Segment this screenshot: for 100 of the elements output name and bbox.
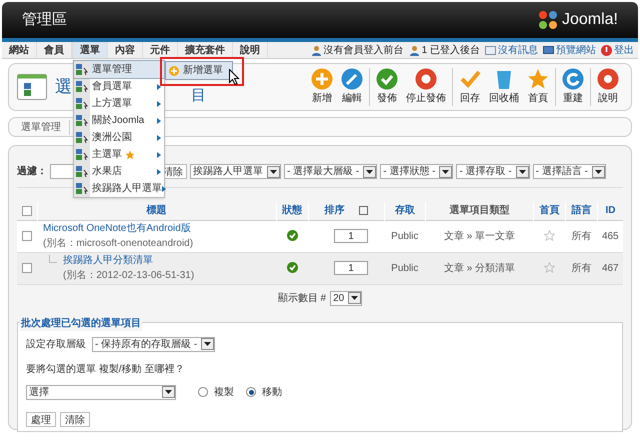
column-header[interactable]: 語言 [572, 205, 592, 216]
language-cell: 所有 [566, 252, 598, 284]
published-icon[interactable] [286, 262, 298, 274]
item-alias: (別名：2012-02-13-06-51-31) [63, 269, 194, 283]
nav-tab[interactable]: 選單 [72, 42, 108, 58]
checkmark-icon [459, 68, 481, 90]
column-header[interactable]: ID [606, 205, 616, 216]
filter-select[interactable]: - 選擇存取 - [456, 164, 530, 179]
menu-item-icon [76, 81, 88, 92]
id-cell: 465 [598, 220, 623, 252]
pencil-icon [341, 68, 363, 90]
dropdown-item[interactable]: 主選單 [74, 146, 164, 163]
published-icon[interactable] [286, 230, 298, 242]
nav-tab[interactable]: 元件 [143, 42, 178, 58]
header-title: 管理區 [22, 10, 67, 30]
order-input[interactable]: 1 [334, 261, 368, 275]
toolbar-button[interactable]: 編輯 [337, 68, 367, 106]
filter-select[interactable]: - 選擇最大層級 - [284, 164, 378, 179]
radio-label: 移動 [262, 386, 282, 400]
column-header[interactable]: 排序 [324, 203, 345, 218]
refresh-icon [562, 68, 584, 90]
language-cell: 所有 [566, 220, 598, 252]
monitor-icon [543, 46, 554, 54]
page-title: 目 [191, 86, 206, 106]
logo-icon [538, 10, 558, 30]
menu-item-icon [76, 98, 88, 109]
status-link[interactable]: 沒有訊息 [498, 42, 538, 58]
check-circle-icon [376, 68, 398, 90]
plus-icon [311, 68, 333, 90]
cursor-icon [229, 69, 240, 85]
nav-tab[interactable]: 擴充套件 [178, 42, 233, 58]
column-header[interactable]: 存取 [394, 205, 415, 216]
help-icon [597, 68, 619, 90]
nav-tab[interactable]: 說明 [233, 42, 268, 58]
order-input[interactable]: 1 [334, 229, 368, 243]
batch-question: 要將勾選的選單 複製/移動 至哪裡？ [26, 362, 186, 376]
batch-legend: 批次處理已勾選的選單項目 [20, 316, 142, 330]
radio-button[interactable] [246, 387, 256, 397]
toolbar-button[interactable]: 回存 [455, 68, 485, 106]
target-select[interactable]: 選擇 [26, 384, 176, 400]
nav-tab[interactable]: 內容 [108, 42, 143, 58]
page-title: 選 [55, 76, 72, 98]
menu-item-icon [76, 64, 88, 75]
dropdown-item[interactable]: 水果店 [74, 163, 164, 180]
menu-item-icon [76, 132, 88, 143]
column-header[interactable]: 選單項目類型 [450, 205, 510, 216]
batch-button[interactable]: 清除 [60, 412, 90, 426]
dropdown-item[interactable]: 上方選單 [74, 95, 164, 112]
tree-line [49, 255, 57, 263]
toolbar-button[interactable]: 停止發佈 [402, 68, 450, 106]
filter-select[interactable]: 挨踢路人甲選單 [190, 164, 281, 179]
type-cell: 文章 » 單一文章 [426, 220, 534, 252]
radio-button[interactable] [198, 387, 208, 397]
checkbox[interactable] [22, 230, 32, 241]
toolbar-button[interactable]: 發佈 [372, 68, 402, 106]
envelope-icon [485, 46, 496, 54]
id-cell: 467 [598, 252, 623, 284]
menu-item-icon [76, 166, 88, 177]
user-icon [310, 44, 322, 56]
menu-item-icon [76, 149, 88, 160]
page-size-select[interactable]: 20 [330, 290, 362, 306]
star-icon [527, 68, 549, 90]
save-order-icon[interactable] [358, 206, 368, 216]
filter-select[interactable]: - 選擇語言 - [532, 164, 606, 179]
toolbar-button[interactable]: 說明 [593, 68, 623, 106]
flyout-item[interactable]: 新增選單 [165, 61, 233, 80]
dropdown-item[interactable]: 關於Joomla [74, 112, 164, 129]
status-link[interactable]: 預覽網站 [556, 42, 596, 58]
access-cell: Public [384, 220, 426, 252]
access-select[interactable]: - 保持原有的存取層級 - [92, 336, 216, 352]
toolbar-button[interactable]: 回收桶 [485, 68, 523, 106]
nav-tab[interactable]: 網站 [2, 42, 37, 58]
column-header[interactable]: 標題 [146, 205, 167, 216]
checkbox[interactable] [22, 262, 32, 273]
item-title-link[interactable]: Microsoft OneNote也有Android版 [43, 221, 194, 236]
item-title-link[interactable]: 挨踢路人甲分類清單 [63, 253, 194, 268]
status-link[interactable]: 登出 [614, 42, 634, 58]
checkbox[interactable] [22, 206, 32, 216]
menu-item-icon [76, 183, 88, 194]
plus-icon [169, 66, 179, 76]
column-header[interactable]: 首頁 [540, 205, 560, 216]
logout-icon [601, 44, 612, 56]
stop-icon [415, 68, 437, 90]
type-cell: 文章 » 分類清單 [426, 252, 534, 284]
toolbar-button[interactable]: 首頁 [523, 68, 553, 106]
radio-label: 複製 [214, 386, 234, 400]
pagination-label: 顯示數目 # [278, 292, 326, 306]
column-header[interactable]: 狀態 [282, 205, 302, 216]
filter-select[interactable]: - 選擇狀態 - [380, 164, 454, 179]
dropdown-item[interactable]: 選單管理 [74, 61, 164, 78]
dropdown-item[interactable]: 會員選單 [74, 78, 164, 95]
star-icon[interactable] [544, 262, 556, 274]
submenu-link[interactable]: 選單管理 [21, 120, 70, 134]
dropdown-item[interactable]: 澳洲公園 [74, 129, 164, 146]
toolbar-button[interactable]: 重建 [558, 68, 588, 106]
star-icon[interactable] [544, 230, 556, 242]
toolbar-button[interactable]: 新增 [307, 68, 337, 106]
batch-button[interactable]: 處理 [26, 412, 56, 426]
access-cell: Public [384, 252, 426, 284]
dropdown-item[interactable]: 挨踢路人甲選單 [74, 180, 164, 197]
